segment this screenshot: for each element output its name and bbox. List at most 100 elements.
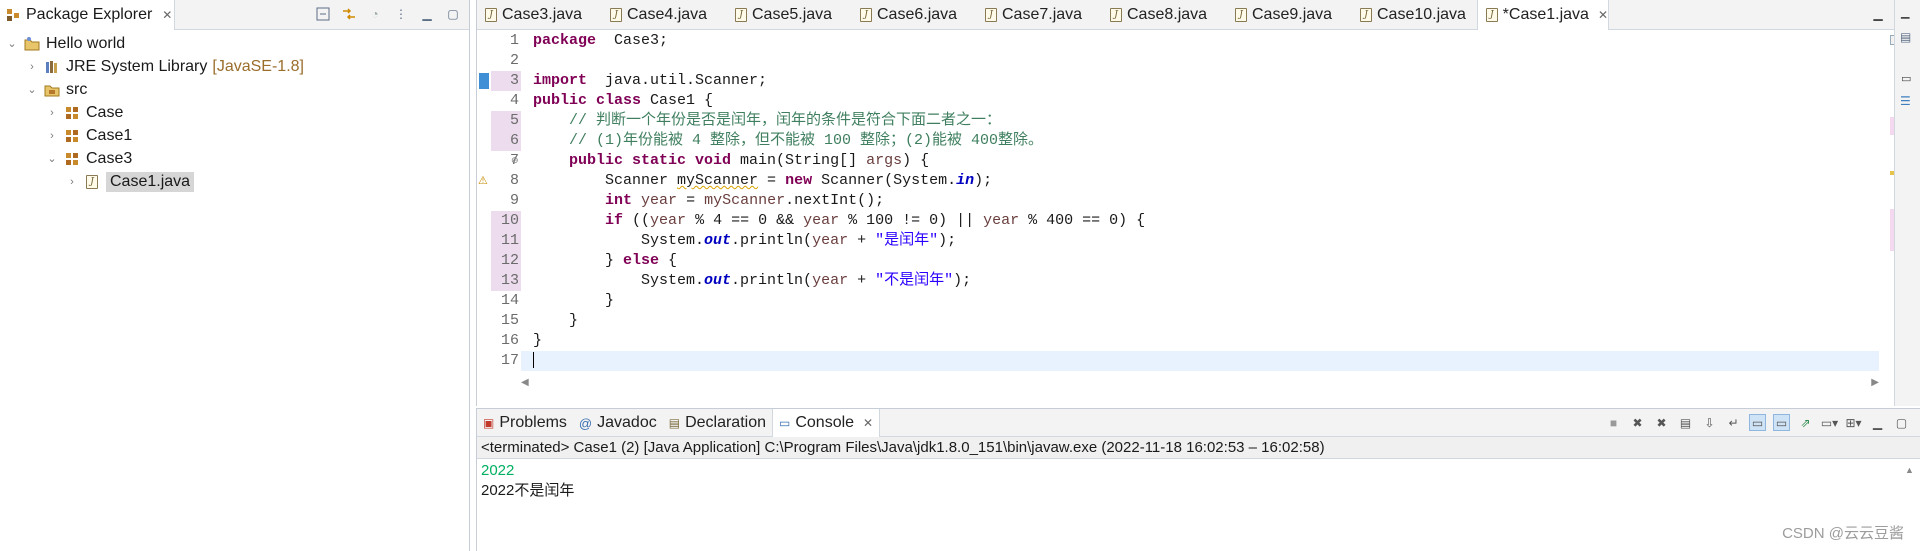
console-output[interactable]: 2022 2022不是闰年 xyxy=(477,459,1920,501)
minimize-icon[interactable]: ▁ xyxy=(1869,414,1886,431)
minimize-icon[interactable]: ▁ xyxy=(1901,6,1909,19)
tab-case9-java[interactable]: J Case9.java xyxy=(1227,0,1352,30)
code-line[interactable]: public static void main(String[] args) { xyxy=(521,151,1879,171)
scroll-left-icon[interactable]: ◀ xyxy=(521,377,529,388)
tree-item-case1-java[interactable]: › J Case1.java xyxy=(0,170,469,193)
remove-launch-icon[interactable]: ✖ xyxy=(1629,414,1646,431)
package-icon xyxy=(64,128,80,144)
terminate-icon[interactable]: ■ xyxy=(1605,414,1622,431)
focus-icon[interactable]: ◔ xyxy=(367,6,383,22)
maximize-icon[interactable]: ▢ xyxy=(1893,414,1910,431)
package-icon xyxy=(64,151,80,167)
tab-case6-java[interactable]: J Case6.java xyxy=(852,0,977,30)
word-wrap-icon[interactable]: ↵ xyxy=(1725,414,1742,431)
tab-label: Declaration xyxy=(685,414,766,431)
code-line[interactable]: System.out.println(year + "不是闰年"); xyxy=(521,271,1879,291)
code-line[interactable]: package Case3; xyxy=(521,31,1879,51)
code-line[interactable]: System.out.println(year + "是闰年"); xyxy=(521,231,1879,251)
line-number: 11 xyxy=(491,231,521,251)
fold-icon[interactable]: ⊖ xyxy=(511,155,519,166)
code-line[interactable] xyxy=(521,51,1879,71)
pin-console-icon[interactable]: ⇗ xyxy=(1797,414,1814,431)
tab-case10-java[interactable]: J Case10.java xyxy=(1352,0,1477,30)
line-number: 4 xyxy=(509,92,519,109)
text-cursor xyxy=(533,352,534,369)
package-tree: ⌄ Hello world › JRE System Library [Java… xyxy=(0,30,469,193)
clear-console-icon[interactable]: ▤ xyxy=(1677,414,1694,431)
tree-item-src[interactable]: ⌄ src xyxy=(0,78,469,101)
code-line[interactable] xyxy=(521,351,1879,371)
code-line[interactable]: // (1)年份能被 4 整除，但不能被 100 整除；(2)能被 400整除。 xyxy=(521,131,1879,151)
package-icon xyxy=(64,105,80,121)
tab-declaration[interactable]: ▤ Declaration xyxy=(663,409,772,437)
scroll-lock-icon[interactable]: ⇩ xyxy=(1701,414,1718,431)
tree-item-label: Case3 xyxy=(86,149,133,167)
close-icon[interactable]: ✕ xyxy=(1598,8,1608,22)
java-editor: J Case3.java J Case4.java J Case5.java J Case6.… xyxy=(476,0,1920,406)
tree-item-package-case1[interactable]: › Case1 xyxy=(0,124,469,147)
code-line[interactable]: import java.util.Scanner; xyxy=(521,71,1879,91)
horizontal-scrollbar[interactable]: ◀ ▶ xyxy=(521,377,1879,391)
minimize-icon[interactable]: ▁ xyxy=(1873,7,1882,21)
code-line[interactable]: public class Case1 { xyxy=(521,91,1879,111)
line-number: 2 xyxy=(509,52,519,69)
tree-item-package-case3[interactable]: ⌄ Case3 xyxy=(0,147,469,170)
close-icon[interactable]: ✕ xyxy=(863,416,873,430)
code-line[interactable]: Scanner myScanner = new Scanner(System.i… xyxy=(521,171,1879,191)
chevron-down-icon[interactable]: ⌄ xyxy=(26,83,38,96)
tab-console[interactable]: ▭ Console ✕ xyxy=(772,409,881,437)
warning-icon[interactable]: ⚠ xyxy=(478,174,488,187)
source-code[interactable]: package Case3; import java.util.Scanner; p… xyxy=(521,31,1879,371)
scroll-up-icon[interactable]: ▲ xyxy=(1905,465,1914,475)
remove-all-terminated-icon[interactable]: ✖ xyxy=(1653,414,1670,431)
tab-label: Problems xyxy=(499,414,567,431)
package-explorer-view: Package Explorer ✕ ◔ ⋮ ▁ ▢ ⌄ Hello world… xyxy=(0,0,470,551)
collapse-all-icon[interactable] xyxy=(315,6,331,22)
line-number: 13 xyxy=(491,271,521,291)
tab-case8-java[interactable]: J Case8.java xyxy=(1102,0,1227,30)
close-icon[interactable]: ✕ xyxy=(162,8,172,22)
tab-case1-java[interactable]: J *Case1.java ✕ xyxy=(1477,0,1609,30)
tab-case4-java[interactable]: J Case4.java xyxy=(602,0,727,30)
code-area[interactable]: ⚠ 1 2 3 4 5 6 7 8 9 10 11 12 13 14 15 16 17 ⊖ package Ca… xyxy=(477,31,1920,388)
tab-case5-java[interactable]: J Case5.java xyxy=(727,0,852,30)
restore-icon[interactable]: ▭ xyxy=(1901,72,1911,85)
code-line[interactable]: } else { xyxy=(521,251,1879,271)
code-line[interactable]: } xyxy=(521,311,1879,331)
code-line[interactable]: if ((year % 4 == 0 && year % 100 != 0) |… xyxy=(521,211,1879,231)
link-with-editor-icon[interactable] xyxy=(341,6,357,22)
open-console-icon[interactable]: ⊞▾ xyxy=(1845,414,1862,431)
tree-item-package-case[interactable]: › Case xyxy=(0,101,469,124)
java-file-icon: J xyxy=(1486,8,1498,22)
chevron-right-icon[interactable]: › xyxy=(26,61,38,73)
chevron-right-icon[interactable]: › xyxy=(46,130,58,142)
chevron-right-icon[interactable]: › xyxy=(46,107,58,119)
scroll-right-icon[interactable]: ▶ xyxy=(1871,377,1879,388)
tab-case3-java[interactable]: J Case3.java xyxy=(477,0,602,30)
outline-icon[interactable]: ▤ xyxy=(1900,30,1911,44)
tab-case7-java[interactable]: J Case7.java xyxy=(977,0,1102,30)
chevron-right-icon[interactable]: › xyxy=(66,176,78,188)
import-marker-icon[interactable] xyxy=(479,73,489,89)
line-number: 8 xyxy=(509,172,519,189)
tab-javadoc[interactable]: @ Javadoc xyxy=(573,409,663,437)
display-console-icon[interactable]: ▭▾ xyxy=(1821,414,1838,431)
chevron-down-icon[interactable]: ⌄ xyxy=(46,152,58,165)
show-on-stdout-icon[interactable]: ▭ xyxy=(1749,414,1766,431)
task-list-icon[interactable]: ☰ xyxy=(1900,94,1911,108)
tree-item-hello-world[interactable]: ⌄ Hello world xyxy=(0,32,469,55)
code-line[interactable]: } xyxy=(521,291,1879,311)
console-scrollbar[interactable]: ▲ xyxy=(1902,465,1918,549)
show-on-stderr-icon[interactable]: ▭ xyxy=(1773,414,1790,431)
code-line[interactable]: int year = myScanner.nextInt(); xyxy=(521,191,1879,211)
maximize-icon[interactable]: ▢ xyxy=(445,6,461,22)
view-menu-icon[interactable]: ⋮ xyxy=(393,6,409,22)
package-explorer-tab[interactable]: Package Explorer ✕ xyxy=(0,0,175,30)
tree-item-jre-library[interactable]: › JRE System Library [JavaSE-1.8] xyxy=(0,55,469,78)
tab-problems[interactable]: ▣ Problems xyxy=(477,409,573,437)
code-line[interactable]: } xyxy=(521,331,1879,351)
minimize-icon[interactable]: ▁ xyxy=(419,6,435,22)
chevron-down-icon[interactable]: ⌄ xyxy=(6,37,18,50)
code-line[interactable]: // 判断一个年份是否是闰年，闰年的条件是符合下面二者之一： xyxy=(521,111,1879,131)
line-number: 15 xyxy=(500,312,519,329)
